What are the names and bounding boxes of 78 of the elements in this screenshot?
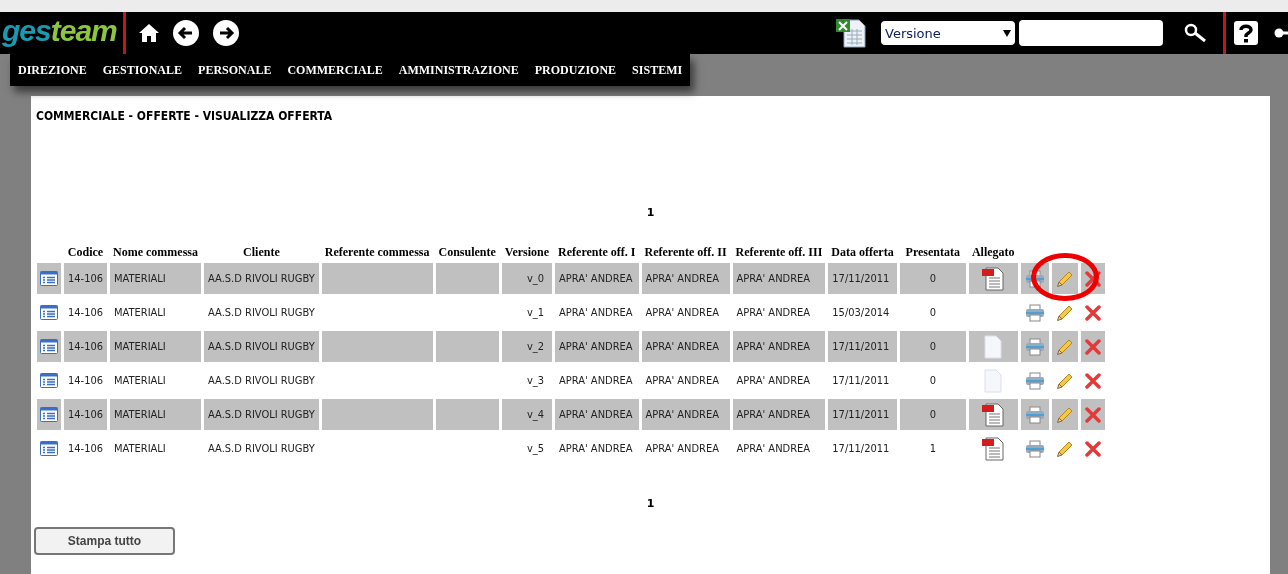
column-header: Codice bbox=[66, 244, 105, 260]
column-header: Consulente bbox=[437, 244, 497, 260]
table-cell-text: APRA' ANDREA bbox=[644, 441, 720, 457]
menu-item[interactable]: COMMERCIALE bbox=[279, 62, 391, 78]
table-cell: APRA' ANDREA bbox=[555, 399, 639, 430]
table-cell-text: AA.S.D RIVOLI RUGBY bbox=[207, 441, 316, 457]
table-cell-text: 0 bbox=[928, 373, 937, 389]
table-cell: 0 bbox=[899, 263, 966, 294]
table-cell-text: 14-106 bbox=[67, 305, 105, 321]
table-cell-text: 0 bbox=[928, 305, 937, 321]
column-header: Allegato bbox=[970, 244, 1016, 260]
table-cell: AA.S.D RIVOLI RUGBY bbox=[204, 263, 319, 294]
version-select[interactable]: Versione bbox=[881, 21, 1015, 45]
table-cell: APRA' ANDREA bbox=[555, 331, 639, 362]
menu-item[interactable]: PERSONALE bbox=[190, 62, 280, 78]
table-cell: MATERIALI bbox=[110, 331, 202, 362]
table-cell-text: 14-106 bbox=[67, 373, 105, 389]
table-cell: 0 bbox=[899, 331, 966, 362]
table-cell-text: 1 bbox=[928, 441, 937, 457]
table-cell-text: APRA' ANDREA bbox=[735, 305, 812, 321]
table-cell-text: APRA' ANDREA bbox=[735, 373, 812, 389]
table-cell-text: AA.S.D RIVOLI RUGBY bbox=[207, 373, 316, 389]
table-cell-text: APRA' ANDREA bbox=[644, 305, 720, 321]
table-cell-text: 14-106 bbox=[67, 441, 105, 457]
table-cell: MATERIALI bbox=[110, 263, 202, 294]
column-header: Referente commessa bbox=[323, 244, 431, 260]
menu-item[interactable]: GESTIONALE bbox=[94, 62, 191, 78]
print-all-button[interactable]: Stampa tutto bbox=[34, 527, 175, 555]
table-cell: APRA' ANDREA bbox=[732, 331, 826, 362]
table-cell: 17/11/2011 bbox=[828, 263, 897, 294]
table-cell: v_2 bbox=[501, 331, 553, 362]
table-cell-text: MATERIALI bbox=[113, 373, 167, 389]
table-cell-text: 15/03/2014 bbox=[831, 305, 891, 321]
table-cell-text: APRA' ANDREA bbox=[735, 441, 812, 457]
table-cell-text: AA.S.D RIVOLI RUGBY bbox=[207, 305, 316, 321]
table-cell: APRA' ANDREA bbox=[555, 263, 639, 294]
table-cell-text: APRA' ANDREA bbox=[558, 441, 634, 457]
menu-item[interactable]: DIREZIONE bbox=[10, 62, 95, 78]
table-cell-text: v_1 bbox=[525, 305, 546, 321]
table-cell-text: v_5 bbox=[525, 441, 546, 457]
table-cell-text: MATERIALI bbox=[113, 305, 167, 321]
table-cell: 14-106 bbox=[64, 399, 108, 430]
table-cell-text: 17/11/2011 bbox=[831, 373, 891, 389]
table-cell: v_0 bbox=[501, 263, 553, 294]
menu-item[interactable]: SISTEMI bbox=[624, 62, 691, 78]
table-cell-text: APRA' ANDREA bbox=[558, 373, 634, 389]
table-cell: 14-106 bbox=[64, 263, 108, 294]
table-cell-text: APRA' ANDREA bbox=[644, 373, 720, 389]
column-header: Versione bbox=[503, 244, 551, 260]
table-cell: 14-106 bbox=[64, 331, 108, 362]
column-header: Referente off. II bbox=[643, 244, 728, 260]
table-cell: APRA' ANDREA bbox=[732, 399, 826, 430]
table-cell: 17/11/2011 bbox=[828, 399, 897, 430]
table-cell: 17/11/2011 bbox=[828, 331, 897, 362]
column-header: Cliente bbox=[242, 244, 281, 260]
table-cell: APRA' ANDREA bbox=[641, 263, 730, 294]
page-number[interactable]: 1 bbox=[646, 497, 655, 510]
column-header: Nome commessa bbox=[112, 244, 200, 260]
table-cell: MATERIALI bbox=[110, 399, 202, 430]
table-cell: AA.S.D RIVOLI RUGBY bbox=[204, 331, 319, 362]
table-cell-text: APRA' ANDREA bbox=[558, 305, 634, 321]
column-header: Presentata bbox=[904, 244, 961, 260]
column-header: Referente off. I bbox=[557, 244, 637, 260]
table-cell: APRA' ANDREA bbox=[641, 399, 730, 430]
column-header: Data offerta bbox=[830, 244, 895, 260]
table-cell: APRA' ANDREA bbox=[732, 263, 826, 294]
column-header: Referente off. III bbox=[734, 244, 824, 260]
menu-item[interactable]: PRODUZIONE bbox=[526, 62, 625, 78]
page-number[interactable]: 1 bbox=[646, 206, 655, 219]
table-cell: APRA' ANDREA bbox=[641, 331, 730, 362]
table-cell-text: v_3 bbox=[525, 373, 546, 389]
menu-item[interactable]: AMMINISTRAZIONE bbox=[390, 62, 527, 78]
table-cell-text: 17/11/2011 bbox=[831, 441, 891, 457]
breadcrumb: COMMERCIALE - OFFERTE - VISUALIZZA OFFERTA bbox=[36, 109, 333, 123]
table-cell: 0 bbox=[899, 399, 966, 430]
table-cell-text: MATERIALI bbox=[113, 441, 167, 457]
table-cell: AA.S.D RIVOLI RUGBY bbox=[204, 399, 319, 430]
table-cell: v_4 bbox=[501, 399, 553, 430]
